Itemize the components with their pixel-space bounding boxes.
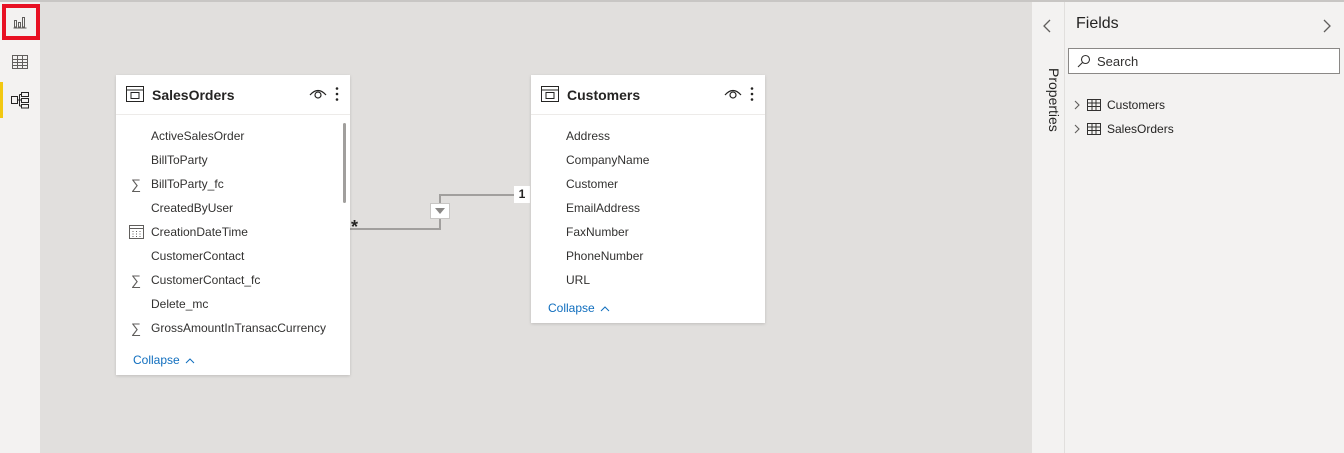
collapse-label: Collapse: [548, 301, 595, 315]
search-input[interactable]: [1097, 52, 1333, 70]
field-item[interactable]: FaxNumber: [566, 225, 629, 239]
field-item[interactable]: CompanyName: [566, 153, 649, 167]
field-item[interactable]: PhoneNumber: [566, 249, 643, 263]
more-options-icon[interactable]: [749, 86, 755, 102]
table-icon: [126, 86, 144, 102]
chevron-right-icon[interactable]: [1322, 19, 1332, 33]
chevron-up-icon: [185, 358, 195, 364]
highlight-box: [2, 4, 40, 40]
field-item[interactable]: GrossAmountInTransacCurrency: [151, 321, 326, 335]
tree-item-label: Customers: [1107, 98, 1166, 112]
fields-pane-title: Fields: [1076, 15, 1119, 32]
eye-visibility-icon[interactable]: [309, 88, 327, 100]
table-card-salesorders[interactable]: SalesOrders ActiveSalesOrder BillToParty…: [116, 75, 350, 375]
field-item[interactable]: URL: [566, 273, 590, 287]
collapse-link[interactable]: Collapse: [548, 301, 610, 315]
chevron-up-icon: [600, 306, 610, 312]
field-item[interactable]: BillToParty: [151, 153, 208, 167]
sigma-icon: ∑: [131, 320, 141, 336]
table-icon: [541, 86, 559, 102]
table-card-customers[interactable]: Customers Address CompanyName Customer E…: [531, 75, 765, 323]
search-icon: [1077, 54, 1091, 68]
data-view-button[interactable]: [0, 44, 40, 80]
fields-tree-item-customers[interactable]: Customers: [1073, 96, 1165, 114]
model-view-button[interactable]: [0, 82, 40, 118]
many-cardinality-marker: *: [351, 217, 359, 237]
more-options-icon[interactable]: [334, 86, 340, 102]
sigma-icon: ∑: [131, 176, 141, 192]
field-item[interactable]: CreatedByUser: [151, 201, 233, 215]
field-item[interactable]: BillToParty_fc: [151, 177, 224, 191]
field-item[interactable]: EmailAddress: [566, 201, 640, 215]
field-item[interactable]: CustomerContact_fc: [151, 273, 260, 287]
field-item[interactable]: ActiveSalesOrder: [151, 129, 244, 143]
view-switcher-rail: [0, 2, 40, 453]
collapse-link[interactable]: Collapse: [133, 353, 195, 367]
model-canvas[interactable]: * 1 SalesOrders ActiveSalesOrder BillToP…: [40, 2, 1031, 453]
table-title: Customers: [567, 87, 641, 103]
cross-filter-arrow-icon[interactable]: [430, 203, 450, 219]
field-item[interactable]: Customer: [566, 177, 618, 191]
fields-search-box[interactable]: [1068, 48, 1340, 74]
sigma-icon: ∑: [131, 272, 141, 288]
table-card-header[interactable]: Customers: [531, 75, 765, 115]
model-diagram-icon: [11, 92, 29, 109]
card-scrollbar[interactable]: [343, 123, 346, 203]
table-grid-icon: [12, 55, 28, 69]
chevron-right-icon[interactable]: [1073, 100, 1085, 110]
chevron-left-icon[interactable]: [1042, 19, 1052, 33]
properties-pane-collapsed[interactable]: Properties: [1031, 2, 1065, 453]
table-grid-icon: [1087, 123, 1101, 135]
chevron-right-icon[interactable]: [1073, 124, 1085, 134]
table-card-header[interactable]: SalesOrders: [116, 75, 350, 115]
collapse-label: Collapse: [133, 353, 180, 367]
eye-visibility-icon[interactable]: [724, 88, 742, 100]
one-cardinality-marker: 1: [514, 186, 530, 203]
fields-pane: Fields Customers: [1065, 2, 1344, 453]
active-indicator: [0, 82, 3, 118]
calendar-icon: [128, 224, 144, 240]
field-item[interactable]: CustomerContact: [151, 249, 244, 263]
table-title: SalesOrders: [152, 87, 235, 103]
tree-item-label: SalesOrders: [1107, 122, 1174, 136]
field-item[interactable]: CreationDateTime: [151, 225, 248, 239]
properties-label[interactable]: Properties: [1036, 68, 1062, 148]
report-view-button[interactable]: [0, 4, 40, 40]
table-grid-icon: [1087, 99, 1101, 111]
fields-tree-item-salesorders[interactable]: SalesOrders: [1073, 120, 1174, 138]
field-item[interactable]: Address: [566, 129, 610, 143]
field-item[interactable]: Delete_mc: [151, 297, 208, 311]
